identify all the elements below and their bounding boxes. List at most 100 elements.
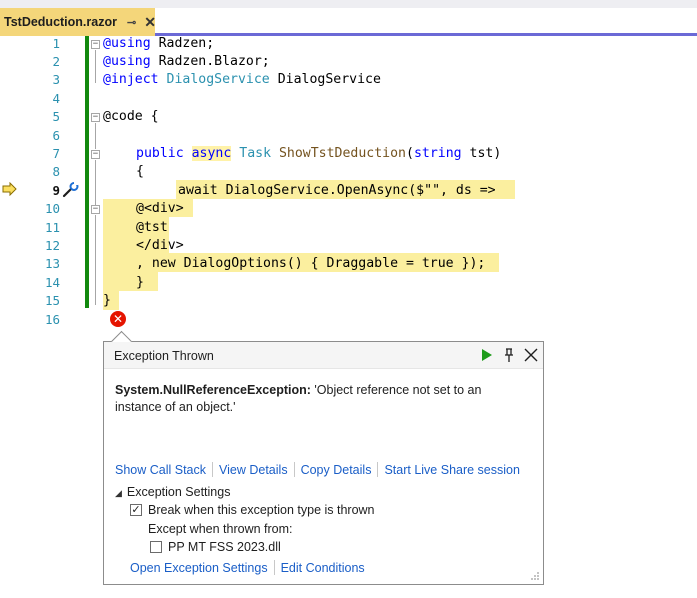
code-text: @<div> bbox=[136, 201, 184, 216]
code-text: Radzen.Blazor; bbox=[150, 54, 270, 69]
code-line-15[interactable]: } bbox=[103, 293, 111, 308]
code-line-9[interactable]: await DialogService.OpenAsync($"", ds => bbox=[178, 183, 496, 198]
exception-type: System.NullReferenceException: bbox=[115, 383, 311, 397]
outline-guide bbox=[95, 215, 96, 305]
continue-icon[interactable] bbox=[477, 346, 495, 364]
resize-grip-icon[interactable] bbox=[530, 571, 540, 581]
link-separator bbox=[293, 462, 295, 477]
code-line-10[interactable]: @<div> bbox=[136, 201, 184, 216]
module-exclusion-option[interactable]: PP MT FSS 2023.dll bbox=[150, 540, 281, 554]
code-line-13[interactable]: , new DialogOptions() { Draggable = true… bbox=[136, 256, 485, 271]
line-number: 14 bbox=[44, 275, 60, 290]
code-line-12[interactable]: </div> bbox=[136, 238, 184, 253]
edit-conditions-link[interactable]: Edit Conditions bbox=[281, 561, 365, 575]
current-statement-arrow-icon[interactable] bbox=[2, 182, 18, 196]
code-line-3[interactable]: @inject DialogService DialogService bbox=[103, 72, 381, 87]
popup-title: Exception Thrown bbox=[114, 349, 214, 363]
tab-pin-icon[interactable]: ⊸ bbox=[127, 16, 136, 29]
keyword: @using bbox=[103, 36, 151, 51]
line-number: 11 bbox=[44, 220, 60, 235]
outline-guide bbox=[95, 160, 96, 206]
settings-links: Open Exception Settings Edit Conditions bbox=[130, 560, 365, 575]
code-text: ( bbox=[406, 146, 414, 161]
break-on-exception-option[interactable]: ✓ Break when this exception type is thro… bbox=[130, 503, 375, 517]
change-tracking-bar bbox=[85, 36, 89, 308]
code-line-5[interactable]: @code { bbox=[103, 109, 159, 124]
keyword: @using bbox=[103, 54, 151, 69]
exception-helper-popup: Exception Thrown System.NullReferenceExc… bbox=[103, 330, 544, 585]
start-live-share-link[interactable]: Start Live Share session bbox=[384, 463, 520, 477]
code-line-1[interactable]: @using Radzen; bbox=[103, 36, 214, 51]
open-exception-settings-link[interactable]: Open Exception Settings bbox=[130, 561, 268, 575]
expander-triangle-icon: ◢ bbox=[115, 488, 122, 498]
type-name: Task bbox=[239, 146, 272, 161]
except-when-label: Except when thrown from: bbox=[148, 522, 293, 536]
show-call-stack-link[interactable]: Show Call Stack bbox=[115, 463, 206, 477]
code-text: } bbox=[136, 275, 144, 290]
keyword: string bbox=[413, 146, 462, 161]
view-details-link[interactable]: View Details bbox=[219, 463, 288, 477]
quick-actions-icon[interactable] bbox=[62, 182, 80, 198]
line-number: 7 bbox=[52, 146, 60, 161]
code-text: @code { bbox=[103, 109, 159, 124]
current-statement-highlight bbox=[103, 272, 158, 291]
code-text: tst) bbox=[461, 146, 502, 161]
type-name: DialogService bbox=[166, 72, 270, 87]
code-text: </div> bbox=[136, 238, 184, 253]
code-text: @tst bbox=[136, 220, 168, 235]
code-text: await DialogService.OpenAsync($"", ds => bbox=[178, 183, 496, 198]
tab-close-icon[interactable]: ✕ bbox=[144, 14, 156, 31]
tab-tstdeduction[interactable]: TstDeduction.razor ⊸ ✕ bbox=[0, 8, 156, 36]
code-text: Radzen; bbox=[150, 36, 215, 51]
code-line-14[interactable]: } bbox=[136, 275, 144, 290]
line-number: 16 bbox=[44, 312, 60, 327]
code-line-8[interactable]: { bbox=[136, 164, 144, 179]
close-icon[interactable] bbox=[522, 346, 540, 364]
collapse-block-icon[interactable]: − bbox=[91, 113, 100, 122]
link-separator bbox=[377, 462, 379, 477]
outline-guide bbox=[95, 123, 96, 149]
pin-icon[interactable] bbox=[500, 346, 518, 364]
line-number: 5 bbox=[52, 109, 60, 124]
keyword: @inject bbox=[103, 72, 159, 87]
line-number: 1 bbox=[52, 36, 60, 51]
collapse-block-icon[interactable]: − bbox=[91, 205, 100, 214]
collapse-block-icon[interactable]: − bbox=[91, 150, 100, 159]
line-number: 8 bbox=[52, 164, 60, 179]
indicator-margin[interactable] bbox=[0, 36, 22, 598]
link-separator bbox=[212, 462, 214, 477]
module-checkbox[interactable] bbox=[150, 541, 162, 553]
code-line-11[interactable]: @tst bbox=[136, 220, 168, 235]
line-number: 2 bbox=[52, 54, 60, 69]
line-number: 4 bbox=[52, 91, 60, 106]
link-separator bbox=[273, 560, 275, 575]
module-label: PP MT FSS 2023.dll bbox=[168, 540, 281, 554]
code-line-2[interactable]: @using Radzen.Blazor; bbox=[103, 54, 270, 69]
code-text: { bbox=[136, 164, 144, 179]
keyword: async bbox=[191, 146, 232, 161]
code-text: DialogService bbox=[269, 72, 381, 87]
code-text: } bbox=[103, 293, 111, 308]
tab-title: TstDeduction.razor bbox=[4, 15, 117, 29]
keyword: public bbox=[136, 146, 184, 161]
title-bar bbox=[0, 0, 697, 8]
action-links: Show Call Stack View Details Copy Detail… bbox=[115, 462, 520, 477]
break-checkbox[interactable]: ✓ bbox=[130, 504, 142, 516]
line-number-current: 9 bbox=[52, 183, 60, 198]
line-number: 12 bbox=[44, 238, 60, 253]
line-number: 13 bbox=[44, 256, 60, 271]
line-number: 15 bbox=[44, 293, 60, 308]
line-number: 6 bbox=[52, 128, 60, 143]
code-editor[interactable]: 1 2 3 4 5 6 7 8 9 10 11 12 13 14 15 16 −… bbox=[0, 36, 697, 598]
break-label: Break when this exception type is thrown bbox=[148, 503, 375, 517]
error-icon[interactable]: ✕ bbox=[110, 311, 126, 327]
collapse-block-icon[interactable]: − bbox=[91, 40, 100, 49]
outline-guide bbox=[95, 50, 96, 83]
code-line-7[interactable]: public async Task ShowTstDeduction(strin… bbox=[136, 146, 501, 161]
exception-settings-expander[interactable]: ◢ Exception Settings bbox=[115, 485, 230, 499]
line-number: 3 bbox=[52, 72, 60, 87]
copy-details-link[interactable]: Copy Details bbox=[301, 463, 372, 477]
popup-header: Exception Thrown bbox=[104, 342, 543, 369]
exception-message: System.NullReferenceException: 'Object r… bbox=[115, 382, 525, 416]
